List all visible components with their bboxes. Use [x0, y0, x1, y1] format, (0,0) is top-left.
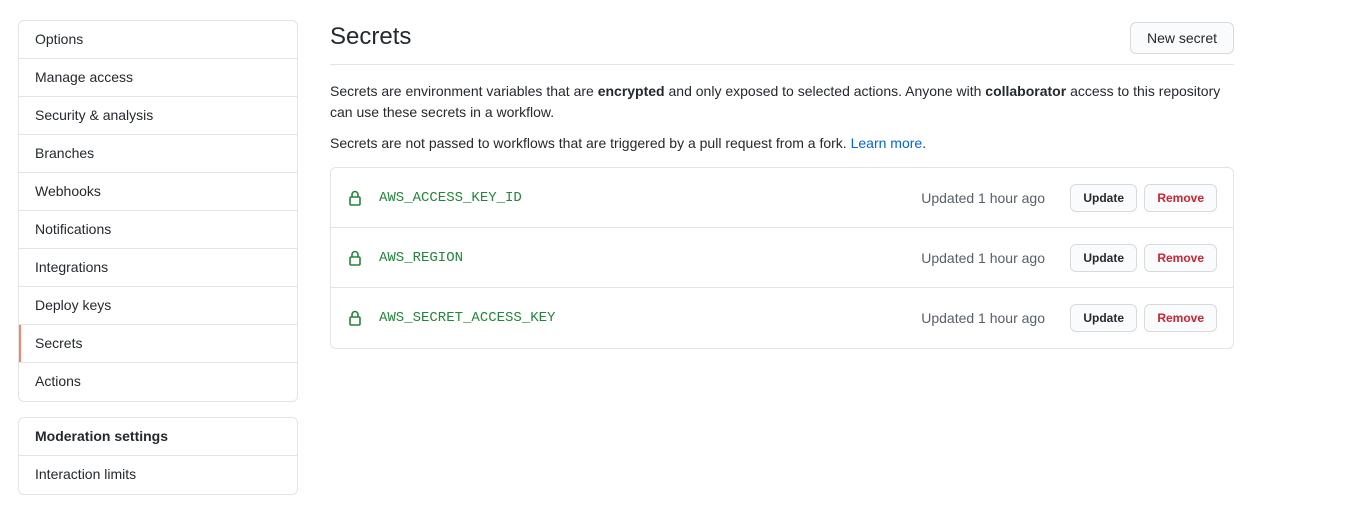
secret-row: AWS_ACCESS_KEY_ID Updated 1 hour ago Upd…: [331, 168, 1233, 228]
update-secret-button[interactable]: Update: [1070, 304, 1137, 332]
secret-row: AWS_SECRET_ACCESS_KEY Updated 1 hour ago…: [331, 288, 1233, 348]
sidebar-item-interaction-limits[interactable]: Interaction limits: [19, 456, 297, 494]
new-secret-button[interactable]: New secret: [1129, 22, 1234, 54]
sidebar-item-secrets[interactable]: Secrets: [19, 325, 297, 363]
secret-updated-time: Updated 1 hour ago: [921, 310, 1045, 326]
settings-page: Options Manage access Security & analysi…: [0, 0, 1348, 521]
secret-row: AWS_REGION Updated 1 hour ago Update Rem…: [331, 228, 1233, 288]
sidebar-item-manage-access[interactable]: Manage access: [19, 59, 297, 97]
secrets-main: Secrets New secret Secrets are environme…: [330, 20, 1234, 349]
sidebar-item-notifications[interactable]: Notifications: [19, 211, 297, 249]
secret-updated-time: Updated 1 hour ago: [921, 190, 1045, 206]
secret-updated-time: Updated 1 hour ago: [921, 250, 1045, 266]
sidebar-item-integrations[interactable]: Integrations: [19, 249, 297, 287]
sidebar-item-options[interactable]: Options: [19, 21, 297, 59]
remove-secret-button[interactable]: Remove: [1144, 244, 1217, 272]
page-header: Secrets New secret: [330, 20, 1234, 65]
page-title: Secrets: [330, 23, 412, 50]
lock-icon: [349, 250, 361, 266]
sidebar-item-deploy-keys[interactable]: Deploy keys: [19, 287, 297, 325]
lock-icon: [349, 190, 361, 206]
secret-name: AWS_REGION: [379, 250, 464, 266]
secret-name: AWS_SECRET_ACCESS_KEY: [379, 310, 556, 326]
fork-note: Secrets are not passed to workflows that…: [330, 135, 927, 151]
remove-secret-button[interactable]: Remove: [1144, 304, 1217, 332]
moderation-sidebar: Moderation settings Interaction limits: [18, 417, 298, 495]
lock-icon: [349, 310, 361, 326]
update-secret-button[interactable]: Update: [1070, 184, 1137, 212]
secret-name: AWS_ACCESS_KEY_ID: [379, 190, 522, 206]
sidebar-item-webhooks[interactable]: Webhooks: [19, 173, 297, 211]
remove-secret-button[interactable]: Remove: [1144, 184, 1217, 212]
settings-sidebar: Options Manage access Security & analysi…: [18, 20, 298, 402]
sidebar-item-branches[interactable]: Branches: [19, 135, 297, 173]
secrets-list: AWS_ACCESS_KEY_ID Updated 1 hour ago Upd…: [330, 167, 1234, 349]
secrets-description: Secrets are environment variables that a…: [330, 83, 1221, 120]
sidebar-item-security-analysis[interactable]: Security & analysis: [19, 97, 297, 135]
sidebar-item-actions[interactable]: Actions: [19, 363, 297, 401]
update-secret-button[interactable]: Update: [1070, 244, 1137, 272]
moderation-settings-heading: Moderation settings: [19, 418, 297, 456]
learn-more-link[interactable]: Learn more: [851, 135, 923, 151]
